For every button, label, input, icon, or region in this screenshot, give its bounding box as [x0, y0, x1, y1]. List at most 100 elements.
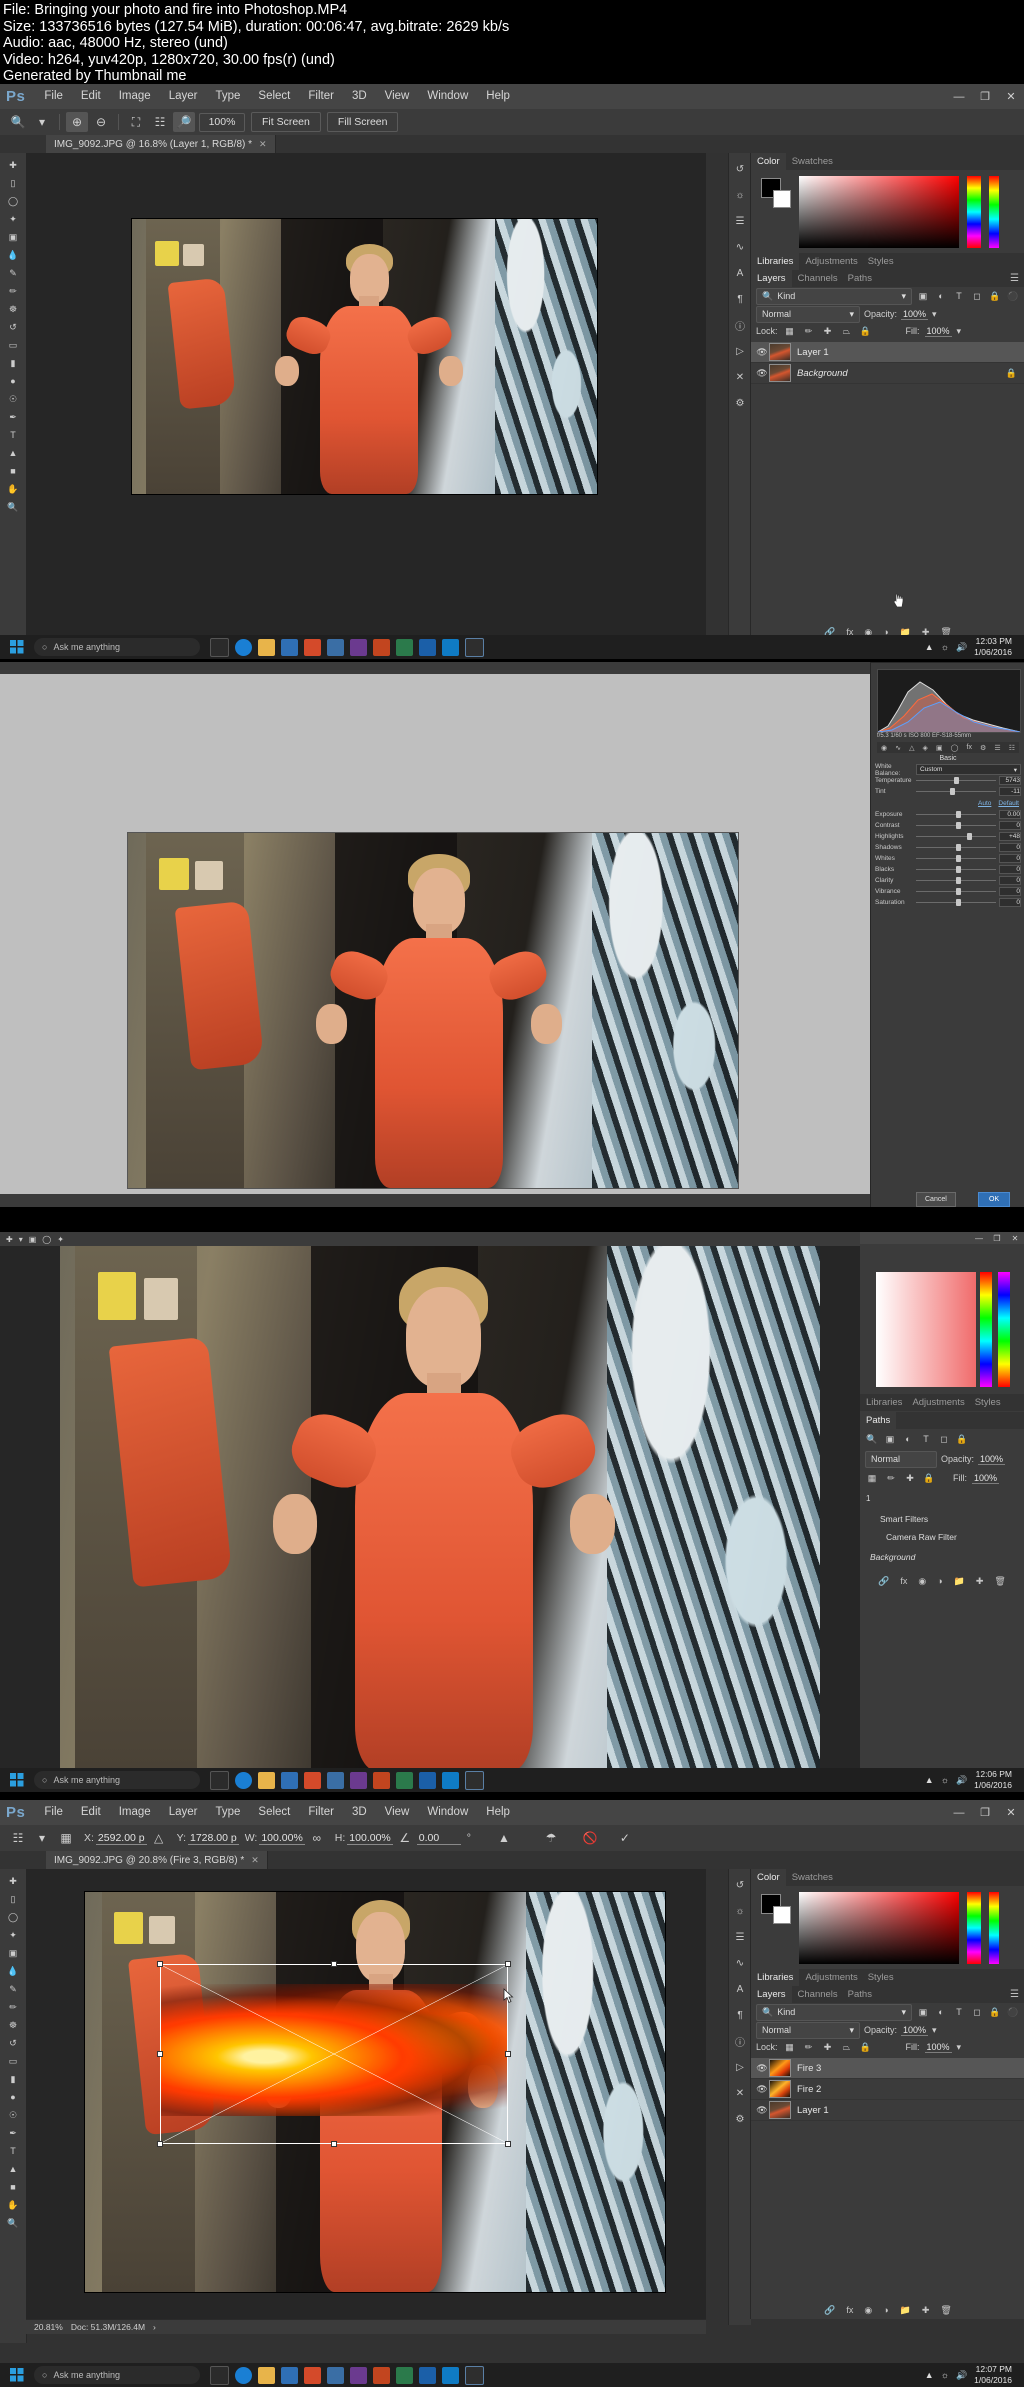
- filter-smart-object-icon[interactable]: 🔒: [988, 289, 1002, 303]
- filter-adjustment-icon[interactable]: ◐: [934, 2005, 948, 2019]
- gradient-tool-icon[interactable]: ▮: [4, 355, 22, 371]
- menu-help[interactable]: Help: [477, 1800, 519, 1825]
- healing-brush-tool-icon[interactable]: ✎: [4, 265, 22, 281]
- new-group-icon[interactable]: 📁: [954, 1576, 965, 1587]
- tab-lib[interactable]: Libraries: [751, 1969, 800, 1986]
- canvas-area-1[interactable]: [26, 153, 706, 641]
- hue-strip-3[interactable]: [980, 1272, 992, 1387]
- tab-color[interactable]: Color: [751, 153, 786, 170]
- lock-transparent-pixels-icon[interactable]: ▦: [783, 324, 797, 338]
- hsl-icon[interactable]: ◈: [923, 744, 928, 752]
- filter-pixel-icon[interactable]: ▣: [883, 1432, 897, 1446]
- history-brush-tool-icon[interactable]: ↺: [4, 2035, 22, 2051]
- menu-view[interactable]: View: [376, 1800, 419, 1825]
- tray-volume-icon[interactable]: 🔊: [956, 2370, 967, 2381]
- info-icon[interactable]: ⓘ: [731, 315, 749, 335]
- type-tool-icon[interactable]: T: [4, 427, 22, 443]
- fill-screen-button[interactable]: Fill Screen: [326, 112, 399, 132]
- photoshop-taskbar-icon[interactable]: [465, 1770, 484, 1790]
- tray-network-icon[interactable]: ☼: [941, 2370, 949, 2380]
- hue-strip[interactable]: [967, 176, 981, 248]
- skype-icon[interactable]: [442, 1771, 459, 1789]
- slider-whites[interactable]: Whites 0: [871, 853, 1024, 864]
- layer-mask-icon[interactable]: ◉: [864, 2305, 872, 2316]
- panel-menu-icon[interactable]: ☰: [1010, 1989, 1024, 2000]
- slider-value[interactable]: 0: [999, 854, 1021, 863]
- lock-image-pixels-icon[interactable]: ✏: [884, 1471, 898, 1485]
- transform-handle-bottom-right[interactable]: [505, 2141, 512, 2147]
- slider-value[interactable]: 0: [999, 898, 1021, 907]
- fill-chevron-down-icon[interactable]: ▾: [957, 326, 962, 337]
- tray-network-icon[interactable]: ☼: [941, 642, 949, 652]
- blur-tool-icon[interactable]: ●: [4, 2089, 22, 2105]
- slider-track[interactable]: [916, 833, 996, 840]
- lock-position-icon[interactable]: ✚: [821, 2040, 835, 2054]
- opacity-value[interactable]: 100%: [901, 2025, 929, 2036]
- eyedropper-tool-icon[interactable]: 💧: [4, 1963, 22, 1979]
- eyedropper-tool-icon[interactable]: 💧: [4, 247, 22, 263]
- active-tool-zoom-icon[interactable]: 🔍: [7, 112, 29, 132]
- curves-icon[interactable]: ∿: [731, 1953, 749, 1973]
- zoom-all-windows-icon[interactable]: ☷: [149, 112, 171, 132]
- crop-tool-icon[interactable]: ▣: [4, 1945, 22, 1961]
- camera-raw-image-preview[interactable]: [127, 832, 739, 1189]
- lens-correction-icon[interactable]: ◯: [951, 744, 959, 752]
- new-group-icon[interactable]: 📁: [900, 2305, 911, 2316]
- filter-pixel-icon[interactable]: ▣: [916, 2005, 930, 2019]
- menu-type[interactable]: Type: [206, 84, 249, 109]
- tab-libraries[interactable]: Libraries: [866, 1397, 902, 1408]
- filter-shape-icon[interactable]: ◻: [970, 2005, 984, 2019]
- minimize-button[interactable]: —: [970, 1232, 988, 1244]
- menu-window[interactable]: Window: [418, 84, 477, 109]
- fill-chevron-down-icon[interactable]: ▾: [957, 2042, 962, 2053]
- eraser-tool-icon[interactable]: ▭: [4, 2053, 22, 2069]
- slider-value[interactable]: 0: [999, 821, 1021, 830]
- slider-value[interactable]: 0.00: [999, 810, 1021, 819]
- color-panel-3[interactable]: [870, 1252, 1024, 1270]
- pen-tool-icon[interactable]: ✒: [4, 2125, 22, 2141]
- app-icon[interactable]: [304, 2366, 321, 2384]
- delete-layer-icon[interactable]: 🗑: [940, 2305, 951, 2316]
- menu-3d[interactable]: 3D: [343, 84, 376, 109]
- transform-handle-top-right[interactable]: [505, 1961, 512, 1967]
- document-tab-close-icon[interactable]: ✕: [259, 139, 267, 150]
- document-tab-1[interactable]: IMG_9092.JPG @ 16.8% (Layer 1, RGB/8) * …: [46, 135, 276, 153]
- slider-value[interactable]: -11: [999, 787, 1021, 796]
- shape-tool-icon[interactable]: ■: [4, 2179, 22, 2195]
- paragraph-icon[interactable]: ¶: [731, 2005, 749, 2025]
- split-tone-icon[interactable]: ▣: [936, 744, 943, 752]
- chevron-down-icon[interactable]: ▾: [849, 309, 854, 320]
- slider-exposure[interactable]: Exposure 0.00: [871, 809, 1024, 820]
- layer-row-fire2[interactable]: 👁 Fire 2: [751, 2079, 1024, 2100]
- layer-visibility-icon[interactable]: 👁: [755, 2105, 769, 2116]
- maximize-button[interactable]: ❐: [972, 1800, 998, 1825]
- menu-select[interactable]: Select: [249, 84, 299, 109]
- basic-tab-icon[interactable]: ◉: [881, 744, 887, 752]
- app-icon[interactable]: [350, 1771, 367, 1789]
- crop-tool-icon[interactable]: ▣: [4, 229, 22, 245]
- color-field[interactable]: [799, 176, 959, 248]
- shape-tool-icon[interactable]: ■: [4, 463, 22, 479]
- start-button-icon[interactable]: [0, 1768, 34, 1792]
- slider-knob[interactable]: [954, 777, 960, 784]
- slider-value[interactable]: 5743: [999, 776, 1021, 785]
- tab-paths[interactable]: Paths: [860, 1412, 897, 1429]
- dodge-tool-icon[interactable]: ☉: [4, 391, 22, 407]
- blur-tool-icon[interactable]: ●: [4, 373, 22, 389]
- filter-smart-object-icon[interactable]: 🔒: [955, 1432, 969, 1446]
- angle-value[interactable]: 0.00: [416, 1832, 461, 1845]
- tool-presets-icon[interactable]: ⚙: [731, 2109, 749, 2129]
- curves-icon[interactable]: ∿: [731, 237, 749, 257]
- menu-image[interactable]: Image: [110, 1800, 160, 1825]
- slider-track[interactable]: [916, 844, 996, 851]
- app-icon[interactable]: [350, 638, 367, 656]
- maximize-button[interactable]: ❐: [988, 1232, 1006, 1244]
- edge-icon[interactable]: [235, 638, 252, 656]
- eraser-tool-icon[interactable]: ▭: [4, 337, 22, 353]
- hue-strip-secondary[interactable]: [989, 176, 999, 248]
- layer-row-layer1[interactable]: 👁 Layer 1: [751, 2100, 1024, 2121]
- layer-mask-icon[interactable]: ◉: [918, 1576, 926, 1587]
- actions-icon[interactable]: ▷: [731, 341, 749, 361]
- new-layer-icon[interactable]: ✚: [922, 2305, 930, 2316]
- menu-help[interactable]: Help: [477, 84, 519, 109]
